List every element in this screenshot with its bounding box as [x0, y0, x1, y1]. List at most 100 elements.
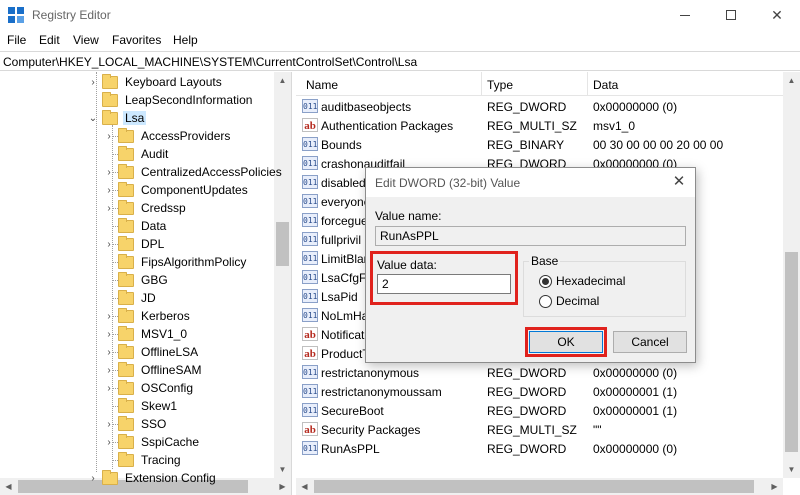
- radio-hexadecimal[interactable]: Hexadecimal: [539, 274, 625, 288]
- column-header-type[interactable]: Type: [487, 78, 513, 92]
- value-data: "": [593, 423, 602, 437]
- value-row[interactable]: 011 restrictanonymous REG_DWORD 0x00000000 …: [296, 363, 800, 382]
- scroll-right-icon[interactable]: ▶: [766, 478, 783, 495]
- tree-item-leapsecondinformation[interactable]: LeapSecondInformation: [88, 91, 254, 109]
- folder-icon: [118, 289, 134, 305]
- tree-item-sspicache[interactable]: › SspiCache: [104, 433, 201, 451]
- tree-item-fipsalgorithmpolicy[interactable]: FipsAlgorithmPolicy: [104, 253, 248, 271]
- address-bar[interactable]: Computer\HKEY_LOCAL_MACHINE\SYSTEM\Curre…: [0, 51, 800, 71]
- dialog-close-icon[interactable]: ✕: [669, 173, 689, 193]
- key-tree[interactable]: ▲ ▼ ◀ ▶ › Keyboard Layouts LeapSecondInfor…: [0, 72, 292, 495]
- value-type: REG_DWORD: [487, 404, 567, 418]
- value-row[interactable]: 011 SecureBoot REG_DWORD 0x00000001 (1): [296, 401, 800, 420]
- tree-item-label: Skew1: [141, 399, 178, 413]
- scroll-left-icon[interactable]: ◀: [296, 478, 313, 495]
- list-header: Name Type Data: [296, 72, 800, 96]
- close-button[interactable]: ✕: [754, 0, 800, 30]
- string-value-icon: ab: [302, 118, 318, 132]
- binary-value-icon: 011: [302, 99, 318, 113]
- minimize-button[interactable]: [662, 0, 708, 30]
- menu-file[interactable]: File: [7, 33, 26, 47]
- tree-item-label: Keyboard Layouts: [125, 75, 222, 89]
- address-path[interactable]: Computer\HKEY_LOCAL_MACHINE\SYSTEM\Curre…: [3, 55, 417, 69]
- menu-edit[interactable]: Edit: [39, 33, 60, 47]
- folder-icon: [118, 181, 134, 197]
- binary-value-icon: 011: [302, 251, 318, 265]
- column-header-data[interactable]: Data: [593, 78, 618, 92]
- value-type: REG_BINARY: [487, 138, 565, 152]
- chevron-right-icon[interactable]: ›: [88, 473, 98, 484]
- tree-item-accessproviders[interactable]: › AccessProviders: [104, 127, 232, 145]
- tree-item-keyboard-layouts[interactable]: › Keyboard Layouts: [88, 73, 224, 91]
- binary-value-icon: 011: [302, 308, 318, 322]
- binary-value-icon: 011: [302, 289, 318, 303]
- tree-item-label: LeapSecondInformation: [125, 93, 253, 107]
- tree-item-label: Kerberos: [141, 309, 190, 323]
- tree-item-label: ComponentUpdates: [141, 183, 248, 197]
- menu-favorites[interactable]: Favorites: [112, 33, 161, 47]
- column-separator[interactable]: [587, 72, 588, 96]
- value-row[interactable]: 011 RunAsPPL REG_DWORD 0x00000000 (0): [296, 439, 800, 458]
- tree-item-extension-config[interactable]: › Extension Config: [88, 469, 218, 487]
- tree-item-offlinelsa[interactable]: › OfflineLSA: [104, 343, 200, 361]
- value-data: 0x00000001 (1): [593, 385, 678, 399]
- tree-item-offlinesam[interactable]: › OfflineSAM: [104, 361, 203, 379]
- column-separator[interactable]: [481, 72, 482, 96]
- column-header-name[interactable]: Name: [306, 78, 338, 92]
- tree-vertical-scroll-thumb[interactable]: [276, 222, 289, 266]
- cancel-button[interactable]: Cancel: [613, 331, 687, 353]
- edit-dword-dialog: Edit DWORD (32-bit) Value ✕ Value name: …: [365, 167, 696, 363]
- scroll-left-icon[interactable]: ◀: [0, 478, 17, 495]
- value-row[interactable]: ab Security Packages REG_MULTI_SZ "": [296, 420, 800, 439]
- value-type: REG_DWORD: [487, 385, 567, 399]
- maximize-button[interactable]: [708, 0, 754, 30]
- value-name-label: Value name:: [375, 209, 442, 223]
- scroll-up-icon[interactable]: ▲: [783, 72, 800, 89]
- value-row[interactable]: 011 auditbaseobjects REG_DWORD 0x00000000 (…: [296, 97, 800, 116]
- tree-item-label: Audit: [141, 147, 169, 161]
- value-name: RunAsPPL: [321, 442, 380, 456]
- string-value-icon: ab: [302, 327, 318, 341]
- binary-value-icon: 011: [302, 213, 318, 227]
- tree-item-centralizedaccesspolicies[interactable]: › CentralizedAccessPolicies: [104, 163, 284, 181]
- value-name: Notificat: [321, 328, 365, 342]
- value-row[interactable]: 011 restrictanonymoussam REG_DWORD 0x000000…: [296, 382, 800, 401]
- value-data: 0x00000000 (0): [593, 100, 678, 114]
- menu-view[interactable]: View: [73, 33, 99, 47]
- radio-decimal[interactable]: Decimal: [539, 294, 599, 308]
- value-name: Bounds: [321, 138, 362, 152]
- scroll-down-icon[interactable]: ▼: [274, 461, 291, 478]
- tree-item-label: DPL: [141, 237, 165, 251]
- menu-help[interactable]: Help: [173, 33, 198, 47]
- list-horizontal-scroll-thumb[interactable]: [314, 480, 754, 493]
- tree-vertical-scrollbar[interactable]: ▲ ▼: [274, 72, 291, 478]
- window-title: Registry Editor: [32, 8, 111, 22]
- tree-item-label: SspiCache: [141, 435, 200, 449]
- radio-checked-icon[interactable]: [539, 274, 552, 288]
- folder-icon: [102, 91, 118, 107]
- value-name-field: RunAsPPL: [375, 226, 686, 246]
- tree-item-label: MSV1_0: [141, 327, 188, 341]
- tree-item-componentupdates[interactable]: › ComponentUpdates: [104, 181, 250, 199]
- value-name: LimitBlan: [321, 252, 371, 266]
- value-data-highlight: [370, 251, 518, 305]
- title-bar: Registry Editor ✕: [0, 0, 800, 30]
- maximize-icon: [726, 10, 736, 20]
- value-name: NoLmHa: [321, 309, 369, 323]
- value-row[interactable]: ab Authentication Packages REG_MULTI_SZ msv…: [296, 116, 800, 135]
- scroll-down-icon[interactable]: ▼: [783, 461, 800, 478]
- registry-editor-icon: [8, 7, 24, 23]
- radio-hexadecimal-label: Hexadecimal: [556, 274, 626, 288]
- list-horizontal-scrollbar[interactable]: ◀ ▶: [296, 478, 783, 495]
- scroll-right-icon[interactable]: ▶: [274, 478, 291, 495]
- folder-icon: [118, 307, 134, 323]
- tree-item-label: OfflineSAM: [141, 363, 202, 377]
- folder-icon: [118, 127, 134, 143]
- value-row[interactable]: 011 Bounds REG_BINARY 00 30 00 00 00 20 00 …: [296, 135, 800, 154]
- scroll-up-icon[interactable]: ▲: [274, 72, 291, 89]
- value-name: everyone: [321, 195, 371, 209]
- value-name: SecureBoot: [321, 404, 384, 418]
- tree-guide-line: [96, 72, 97, 472]
- radio-unchecked-icon[interactable]: [539, 294, 552, 308]
- value-name: restrictanonymoussam: [321, 385, 442, 399]
